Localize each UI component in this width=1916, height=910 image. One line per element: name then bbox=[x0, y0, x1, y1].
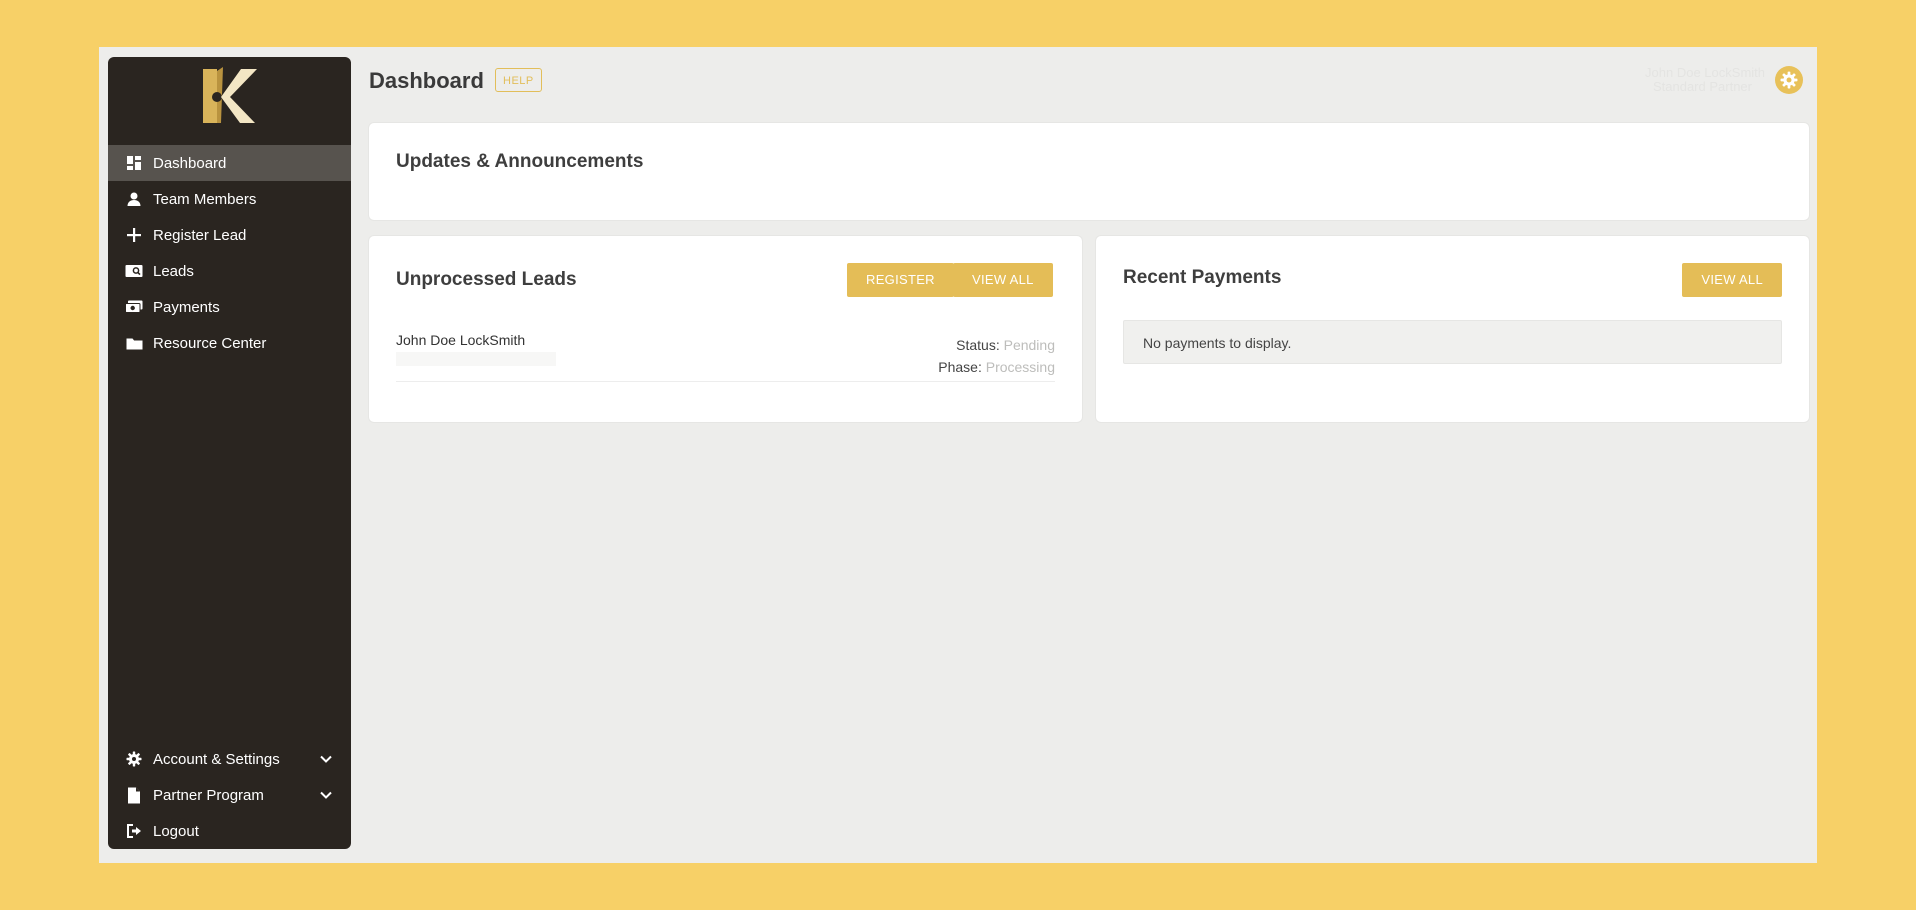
logout-icon bbox=[125, 822, 143, 840]
money-icon bbox=[125, 298, 143, 316]
app-window: Dashboard Team Members Register Lead Lea… bbox=[99, 47, 1817, 863]
logo bbox=[203, 67, 257, 123]
folder-icon bbox=[125, 334, 143, 352]
search-card-icon bbox=[125, 262, 143, 280]
phase-label: Phase: bbox=[938, 359, 982, 375]
phase-value: Processing bbox=[985, 359, 1055, 375]
sidebar: Dashboard Team Members Register Lead Lea… bbox=[108, 57, 351, 849]
sidebar-item-partner-program[interactable]: Partner Program bbox=[108, 777, 351, 813]
payments-view-all-button[interactable]: VIEW ALL bbox=[1682, 263, 1782, 297]
user-name: John Doe LockSmith bbox=[1645, 65, 1765, 80]
person-icon bbox=[125, 190, 143, 208]
sidebar-item-leads[interactable]: Leads bbox=[108, 253, 351, 289]
help-button[interactable]: HELP bbox=[495, 68, 542, 92]
sidebar-item-dashboard[interactable]: Dashboard bbox=[108, 145, 351, 181]
sidebar-item-label: Team Members bbox=[153, 190, 257, 208]
sidebar-item-account-settings[interactable]: Account & Settings bbox=[108, 741, 351, 777]
chevron-down-icon[interactable] bbox=[318, 787, 334, 803]
sidebar-item-label: Partner Program bbox=[153, 786, 264, 804]
sidebar-item-label: Account & Settings bbox=[153, 750, 280, 768]
divider bbox=[396, 381, 1055, 382]
announcements-title: Updates & Announcements bbox=[396, 151, 644, 172]
empty-state-message: No payments to display. bbox=[1123, 320, 1782, 364]
sidebar-item-label: Payments bbox=[153, 298, 220, 316]
sidebar-item-label: Register Lead bbox=[153, 226, 247, 244]
gear-icon bbox=[1780, 71, 1798, 89]
settings-button[interactable] bbox=[1775, 66, 1803, 94]
leads-view-all-button[interactable]: VIEW ALL bbox=[953, 263, 1053, 297]
sidebar-nav: Dashboard Team Members Register Lead Lea… bbox=[108, 145, 351, 361]
document-icon bbox=[125, 786, 143, 804]
unprocessed-leads-card: Unprocessed Leads REGISTER VIEW ALL John… bbox=[369, 236, 1082, 422]
dashboard-icon bbox=[125, 154, 143, 172]
sidebar-item-label: Logout bbox=[153, 822, 199, 840]
announcements-card: Updates & Announcements bbox=[369, 123, 1809, 220]
sidebar-item-label: Leads bbox=[153, 262, 194, 280]
sidebar-bottom-nav: Account & Settings Partner Program Logou… bbox=[108, 741, 351, 849]
lead-status-block: Status: Pending Phase: Processing bbox=[938, 334, 1055, 378]
sidebar-item-label: Resource Center bbox=[153, 334, 267, 352]
plus-icon bbox=[125, 226, 143, 244]
lead-name[interactable]: John Doe LockSmith bbox=[396, 332, 525, 348]
sidebar-item-resource-center[interactable]: Resource Center bbox=[108, 325, 351, 361]
register-button[interactable]: REGISTER bbox=[847, 263, 954, 297]
user-role: Standard Partner bbox=[1652, 79, 1752, 94]
sidebar-item-label: Dashboard bbox=[153, 154, 227, 172]
sidebar-item-logout[interactable]: Logout bbox=[108, 813, 351, 849]
status-value: Pending bbox=[1003, 337, 1055, 353]
chevron-down-icon[interactable] bbox=[318, 751, 334, 767]
sidebar-item-register-lead[interactable]: Register Lead bbox=[108, 217, 351, 253]
sidebar-item-team-members[interactable]: Team Members bbox=[108, 181, 351, 217]
gear-icon bbox=[125, 750, 143, 768]
lead-details-placeholder bbox=[396, 352, 556, 366]
unprocessed-leads-title: Unprocessed Leads bbox=[396, 269, 577, 290]
recent-payments-title: Recent Payments bbox=[1123, 267, 1282, 288]
page-title: Dashboard bbox=[369, 68, 484, 93]
status-label: Status: bbox=[956, 337, 1000, 353]
recent-payments-card: Recent Payments VIEW ALL No payments to … bbox=[1096, 236, 1809, 422]
sidebar-item-payments[interactable]: Payments bbox=[108, 289, 351, 325]
